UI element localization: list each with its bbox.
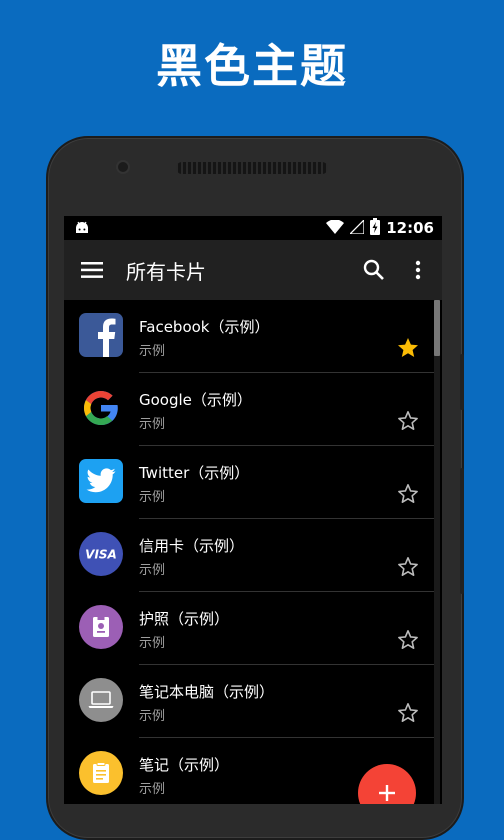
card-list: Facebook（示例） 示例 Google（示例） 示例 Twitter（示例… [64,300,442,804]
signal-icon [348,217,365,238]
laptop-icon [79,678,123,722]
item-title: Twitter（示例） [139,464,250,482]
overflow-menu-icon[interactable] [406,256,430,284]
list-item[interactable]: 护照（示例） 示例 [64,592,434,665]
hamburger-menu-icon[interactable] [78,256,106,284]
status-time: 12:06 [386,219,434,237]
earpiece-speaker [176,162,328,174]
item-subtitle: 示例 [139,709,166,724]
item-subtitle: 示例 [139,782,166,797]
battery-charging-icon [370,217,381,239]
scrollbar-thumb[interactable] [434,300,440,356]
item-title: 信用卡（示例） [139,537,245,555]
google-logo-icon [79,386,123,430]
item-title: Google（示例） [139,391,252,409]
page-title: 所有卡片 [126,260,206,284]
search-icon[interactable] [360,256,388,284]
list-item[interactable]: VISA 信用卡（示例） 示例 [64,519,434,592]
facebook-logo-icon [79,313,123,357]
item-title: 笔记本电脑（示例） [139,683,275,701]
power-button [460,468,464,594]
item-subtitle: 示例 [139,344,166,359]
front-camera [118,162,128,172]
app-bar: 所有卡片 [64,240,442,300]
list-item[interactable]: Facebook（示例） 示例 [64,300,434,373]
list-item[interactable]: 笔记本电脑（示例） 示例 [64,665,434,738]
visa-card-icon: VISA [79,532,123,576]
list-item[interactable]: Google（示例） 示例 [64,373,434,446]
item-subtitle: 示例 [139,636,166,651]
wifi-icon [326,218,345,238]
svg-text:VISA: VISA [85,548,117,562]
twitter-logo-icon [79,459,123,503]
star-outline-icon[interactable] [396,701,420,725]
android-icon [74,219,90,235]
item-subtitle: 示例 [139,490,166,505]
item-subtitle: 示例 [139,417,166,432]
star-filled-icon[interactable] [396,336,420,360]
note-icon [79,751,123,795]
item-subtitle: 示例 [139,563,166,578]
item-title: 护照（示例） [139,610,230,628]
item-title: Facebook（示例） [139,318,270,336]
item-title: 笔记（示例） [139,756,230,774]
headline: 黑色主题 [156,39,348,93]
list-item[interactable]: Twitter（示例） 示例 [64,446,434,519]
star-outline-icon[interactable] [396,555,420,579]
status-bar: 12:06 [64,216,442,240]
add-icon [379,785,395,801]
star-outline-icon[interactable] [396,628,420,652]
star-outline-icon[interactable] [396,409,420,433]
volume-button [460,354,464,410]
star-outline-icon[interactable] [396,482,420,506]
scrollbar[interactable] [434,300,440,804]
phone-screen: 12:06 所有卡片 Facebook（示例） 示例 Google（示例） 示例… [64,216,442,804]
passport-icon [79,605,123,649]
